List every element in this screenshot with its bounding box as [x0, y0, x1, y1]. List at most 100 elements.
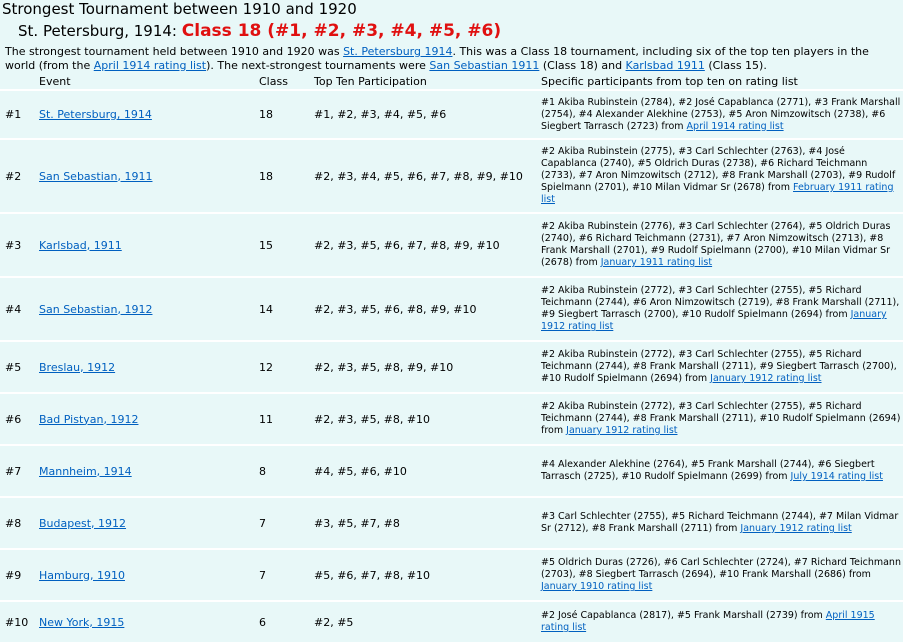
row-participants: #3 Carl Schlechter (2755), #5 Richard Te… [541, 497, 903, 550]
table-row: #2 San Sebastian, 1911 18 #2, #3, #4, #5, #… [0, 139, 903, 214]
row-top-ten: #3, #5, #7, #8 [314, 497, 541, 550]
table-row: #1 St. Petersburg, 1914 18 #1, #2, #3, #4, … [0, 90, 903, 140]
header-rank [0, 75, 39, 91]
rating-list-link[interactable]: January 1912 rating list [566, 425, 677, 436]
tournament-table: Event Class Top Ten Participation Specif… [0, 75, 903, 644]
row-event-cell: New York, 1915 [39, 601, 259, 644]
row-top-ten: #2, #5 [314, 601, 541, 644]
intro-link-karlsbad[interactable]: Karlsbad 1911 [626, 59, 705, 72]
intro-text: (Class 15). [704, 59, 767, 72]
row-class: 6 [259, 601, 314, 644]
table-row: #8 Budapest, 1912 7 #3, #5, #7, #8 #3 Carl S… [0, 497, 903, 550]
row-participants: #2 Akiba Rubinstein (2775), #3 Carl Schl… [541, 139, 903, 214]
row-event-cell: St. Petersburg, 1914 [39, 90, 259, 140]
table-header-row: Event Class Top Ten Participation Specif… [0, 75, 903, 91]
row-event-cell: Breslau, 1912 [39, 341, 259, 394]
rating-list-link[interactable]: January 1912 rating list [710, 373, 821, 384]
page-title: Strongest Tournament between 1910 and 19… [2, 0, 357, 18]
row-class: 18 [259, 139, 314, 214]
intro-link-rating-list[interactable]: April 1914 rating list [94, 59, 206, 72]
row-class: 7 [259, 497, 314, 550]
rating-list-link[interactable]: January 1910 rating list [541, 581, 652, 592]
rating-list-link[interactable]: April 1914 rating list [687, 121, 784, 132]
intro-link-san-sebastian[interactable]: San Sebastian 1911 [429, 59, 539, 72]
row-class: 7 [259, 549, 314, 602]
row-rank: #9 [0, 549, 39, 602]
rating-list-link[interactable]: January 1911 rating list [601, 257, 712, 268]
row-event-cell: San Sebastian, 1911 [39, 139, 259, 214]
row-rank: #1 [0, 90, 39, 140]
row-event-cell: Bad Pistyan, 1912 [39, 393, 259, 446]
row-event-link[interactable]: San Sebastian, 1911 [39, 170, 152, 183]
row-event-link[interactable]: Hamburg, 1910 [39, 569, 125, 582]
intro-paragraph: The strongest tournament held between 19… [0, 43, 903, 75]
row-event-cell: Karlsbad, 1911 [39, 213, 259, 278]
row-rank: #4 [0, 277, 39, 342]
row-event-link[interactable]: Mannheim, 1914 [39, 465, 132, 478]
featured-class: Class 18 (#1, #2, #3, #4, #5, #6) [181, 21, 502, 41]
row-top-ten: #2, #3, #5, #6, #7, #8, #9, #10 [314, 213, 541, 278]
row-participants: #5 Oldrich Duras (2726), #6 Carl Schlech… [541, 549, 903, 602]
row-event-cell: Budapest, 1912 [39, 497, 259, 550]
row-participants: #2 Akiba Rubinstein (2772), #3 Carl Schl… [541, 277, 903, 342]
row-event-link[interactable]: Budapest, 1912 [39, 517, 126, 530]
table-row: #4 San Sebastian, 1912 14 #2, #3, #5, #6, #… [0, 277, 903, 342]
row-event-cell: Hamburg, 1910 [39, 549, 259, 602]
intro-text: (Class 18) and [539, 59, 626, 72]
row-rank: #10 [0, 601, 39, 644]
row-top-ten: #2, #3, #5, #8, #9, #10 [314, 341, 541, 394]
header-class: Class [259, 75, 314, 91]
row-class: 14 [259, 277, 314, 342]
row-event-link[interactable]: New York, 1915 [39, 616, 124, 629]
participants-text: #5 Oldrich Duras (2726), #6 Carl Schlech… [541, 557, 901, 580]
row-top-ten: #5, #6, #7, #8, #10 [314, 549, 541, 602]
row-participants: #2 Akiba Rubinstein (2772), #3 Carl Schl… [541, 393, 903, 446]
participants-text: #2 Akiba Rubinstein (2772), #3 Carl Schl… [541, 285, 900, 320]
row-rank: #6 [0, 393, 39, 446]
row-class: 8 [259, 445, 314, 498]
row-rank: #8 [0, 497, 39, 550]
row-top-ten: #4, #5, #6, #10 [314, 445, 541, 498]
page: Strongest Tournament between 1910 and 19… [0, 0, 903, 644]
row-event-link[interactable]: Karlsbad, 1911 [39, 239, 122, 252]
row-participants: #4 Alexander Alekhine (2764), #5 Frank M… [541, 445, 903, 498]
row-participants: #1 Akiba Rubinstein (2784), #2 José Capa… [541, 90, 903, 140]
featured-event: St. Petersburg, 1914: [18, 22, 177, 40]
row-event-cell: San Sebastian, 1912 [39, 277, 259, 342]
header-event: Event [39, 75, 259, 91]
rating-list-link[interactable]: January 1912 rating list [740, 523, 851, 534]
row-top-ten: #1, #2, #3, #4, #5, #6 [314, 90, 541, 140]
row-class: 11 [259, 393, 314, 446]
row-top-ten: #2, #3, #5, #8, #10 [314, 393, 541, 446]
row-top-ten: #2, #3, #4, #5, #6, #7, #8, #9, #10 [314, 139, 541, 214]
intro-text: ). The next-strongest tournaments were [206, 59, 430, 72]
row-event-link[interactable]: Bad Pistyan, 1912 [39, 413, 138, 426]
row-participants: #2 José Capablanca (2817), #5 Frank Mars… [541, 601, 903, 644]
row-event-link[interactable]: St. Petersburg, 1914 [39, 108, 152, 121]
row-class: 12 [259, 341, 314, 394]
table-row: #9 Hamburg, 1910 7 #5, #6, #7, #8, #10 #5 Ol… [0, 549, 903, 602]
row-participants: #2 Akiba Rubinstein (2776), #3 Carl Schl… [541, 213, 903, 278]
row-top-ten: #2, #3, #5, #6, #8, #9, #10 [314, 277, 541, 342]
featured-tournament-heading: St. Petersburg, 1914: Class 18 (#1, #2, … [0, 19, 903, 43]
table-row: #10 New York, 1915 6 #2, #5 #2 José Capablan… [0, 601, 903, 644]
row-event-link[interactable]: San Sebastian, 1912 [39, 303, 152, 316]
intro-text: The strongest tournament held between 19… [5, 45, 344, 58]
participants-text: #2 Akiba Rubinstein (2776), #3 Carl Schl… [541, 221, 891, 268]
row-rank: #3 [0, 213, 39, 278]
row-participants: #2 Akiba Rubinstein (2772), #3 Carl Schl… [541, 341, 903, 394]
row-class: 15 [259, 213, 314, 278]
header-top-ten: Top Ten Participation [314, 75, 541, 91]
row-rank: #5 [0, 341, 39, 394]
table-row: #5 Breslau, 1912 12 #2, #3, #5, #8, #9, #10… [0, 341, 903, 394]
row-event-link[interactable]: Breslau, 1912 [39, 361, 115, 374]
row-class: 18 [259, 90, 314, 140]
table-row: #6 Bad Pistyan, 1912 11 #2, #3, #5, #8, #10… [0, 393, 903, 446]
participants-text: #2 José Capablanca (2817), #5 Frank Mars… [541, 610, 826, 621]
rating-list-link[interactable]: July 1914 rating list [791, 471, 883, 482]
row-event-cell: Mannheim, 1914 [39, 445, 259, 498]
header-participants: Specific participants from top ten on ra… [541, 75, 903, 91]
intro-link-st-petersburg[interactable]: St. Petersburg 1914 [343, 45, 452, 58]
table-row: #3 Karlsbad, 1911 15 #2, #3, #5, #6, #7, #8… [0, 213, 903, 278]
table-row: #7 Mannheim, 1914 8 #4, #5, #6, #10 #4 Alexa… [0, 445, 903, 498]
